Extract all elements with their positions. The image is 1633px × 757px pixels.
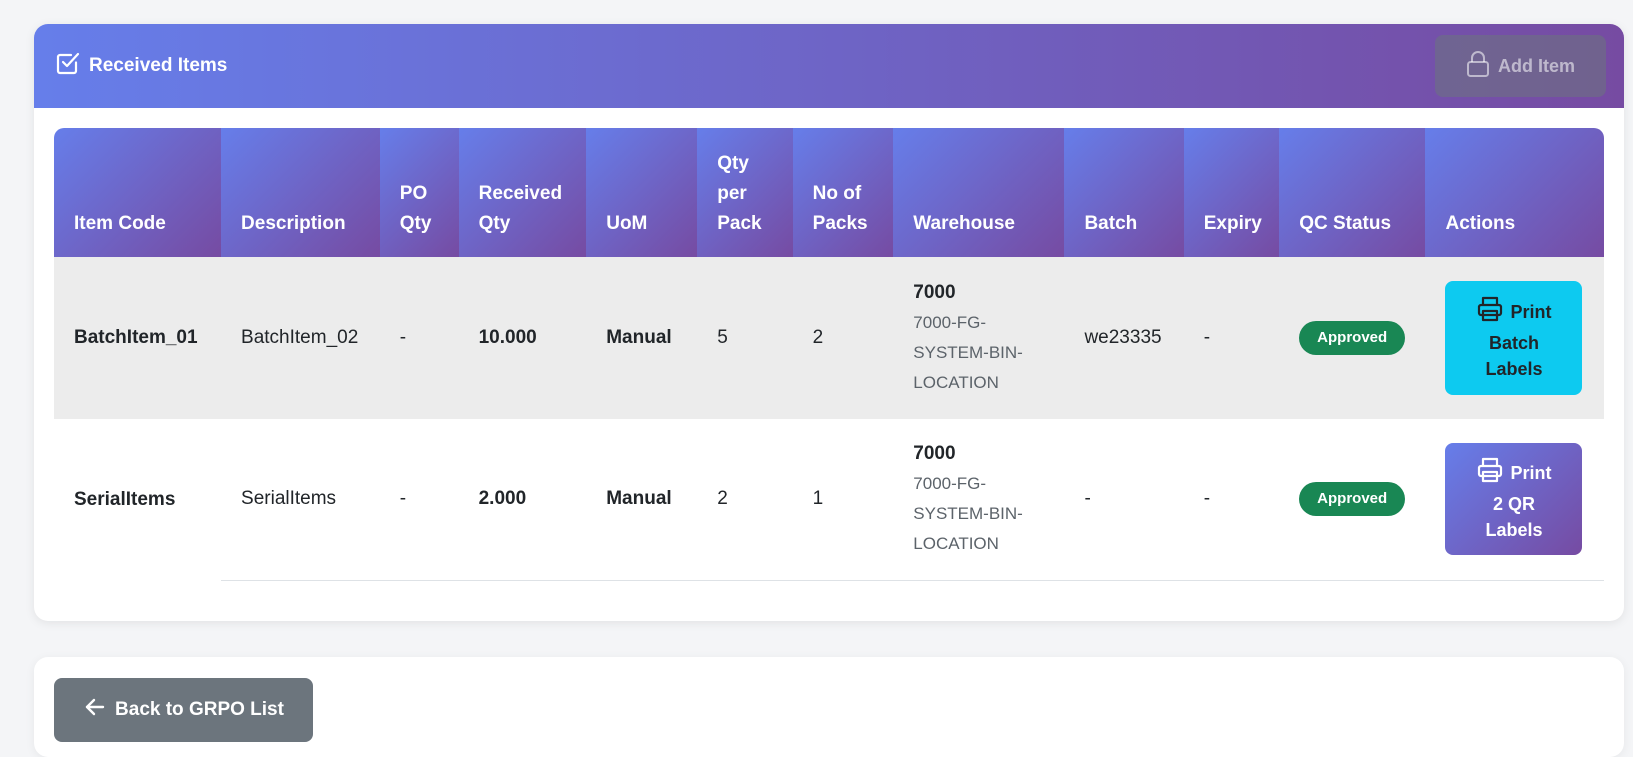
printer-icon [1476,456,1504,491]
no-of-packs-cell: 1 [792,419,894,581]
column-header: QC Status [1279,128,1426,257]
column-header: Description [221,128,380,257]
arrow-left-icon [83,695,107,725]
print-label-line-2: 2 QR [1492,493,1535,514]
warehouse-location: 7000-FG-SYSTEM-BIN-LOCATION [913,474,1023,554]
print-label-line-2: Batch [1488,332,1539,353]
received-qty-cell: 10.000 [458,257,587,419]
warehouse-cell: 7000 7000-FG-SYSTEM-BIN-LOCATION [893,257,1065,419]
item-code-cell: SerialItems [54,419,222,580]
card-title-text: Received Items [89,55,228,76]
batch-cell: - [1064,419,1184,581]
po-qty-cell: - [379,257,459,419]
column-header: UoM [586,128,698,257]
received-qty-cell: 2.000 [458,419,587,581]
qty-per-pack-cell: 2 [697,419,793,581]
print-label-line-1: Print [1510,302,1552,322]
column-header: Item Code [54,128,222,257]
back-button-label: Back to GRPO List [115,699,284,720]
footer-card: Back to GRPO List [34,657,1624,757]
received-items-table: Item Code Description PO Qty Received Qt… [54,128,1604,581]
warehouse-location: 7000-FG-SYSTEM-BIN-LOCATION [913,313,1023,392]
card-title: Received Items [55,50,227,82]
column-header: No of Packs [792,128,894,257]
add-item-label: Add Item [1497,55,1575,76]
warehouse-code: 7000 [913,282,956,303]
print-label-line-1: Print [1510,463,1552,484]
qc-status-cell: Approved [1279,419,1426,581]
actions-cell: Print 2 QR Labels [1425,419,1604,581]
print-label-line-3: Labels [1485,358,1543,379]
lock-icon [1466,50,1490,83]
print-qr-labels-button[interactable]: Print 2 QR Labels [1445,443,1583,556]
received-items-card: Received Items Add Item Item Code Descri… [34,24,1624,621]
printer-icon [1476,295,1504,330]
warehouse-cell: 7000 7000-FG-SYSTEM-BIN-LOCATION [893,419,1065,581]
print-label-line-3: Labels [1485,519,1543,540]
column-header: Batch [1064,128,1184,257]
qc-status-cell: Approved [1279,257,1426,419]
uom-cell: Manual [586,419,698,581]
checkbox-checked-icon [55,50,89,82]
received-items-table-wrapper: Item Code Description PO Qty Received Qt… [54,128,1604,581]
description-cell: BatchItem_02 [221,257,380,419]
expiry-cell: - [1183,419,1280,581]
uom-cell: Manual [586,257,698,419]
status-badge: Approved [1299,482,1406,517]
print-batch-labels-button[interactable]: Print Batch Labels [1445,281,1583,395]
actions-cell: Print Batch Labels [1425,257,1604,419]
warehouse-code: 7000 [913,443,956,465]
description-cell: SerialItems [221,419,380,581]
item-code-cell: BatchItem_01 [54,257,222,419]
qty-per-pack-cell: 5 [697,257,793,419]
po-qty-cell: - [379,419,459,581]
column-header: Received Qty [458,128,587,257]
add-item-button[interactable]: Add Item [1435,35,1606,97]
table-header-row: Item Code Description PO Qty Received Qt… [54,128,1604,257]
column-header: Warehouse [893,128,1065,257]
card-header: Received Items Add Item [34,24,1624,108]
expiry-cell: - [1183,257,1280,419]
table-row: SerialItems SerialItems - 2.000 Manual 2… [54,419,1604,581]
column-header: Qty per Pack [697,128,793,257]
column-header: Expiry [1183,128,1280,257]
status-badge: Approved [1299,321,1406,355]
column-header: PO Qty [379,128,459,257]
back-to-grpo-list-button[interactable]: Back to GRPO List [54,678,313,742]
column-header: Actions [1425,128,1604,257]
batch-cell: we23335 [1064,257,1184,419]
table-row: BatchItem_01 BatchItem_02 - 10.000 Manua… [54,257,1604,419]
no-of-packs-cell: 2 [792,257,894,419]
